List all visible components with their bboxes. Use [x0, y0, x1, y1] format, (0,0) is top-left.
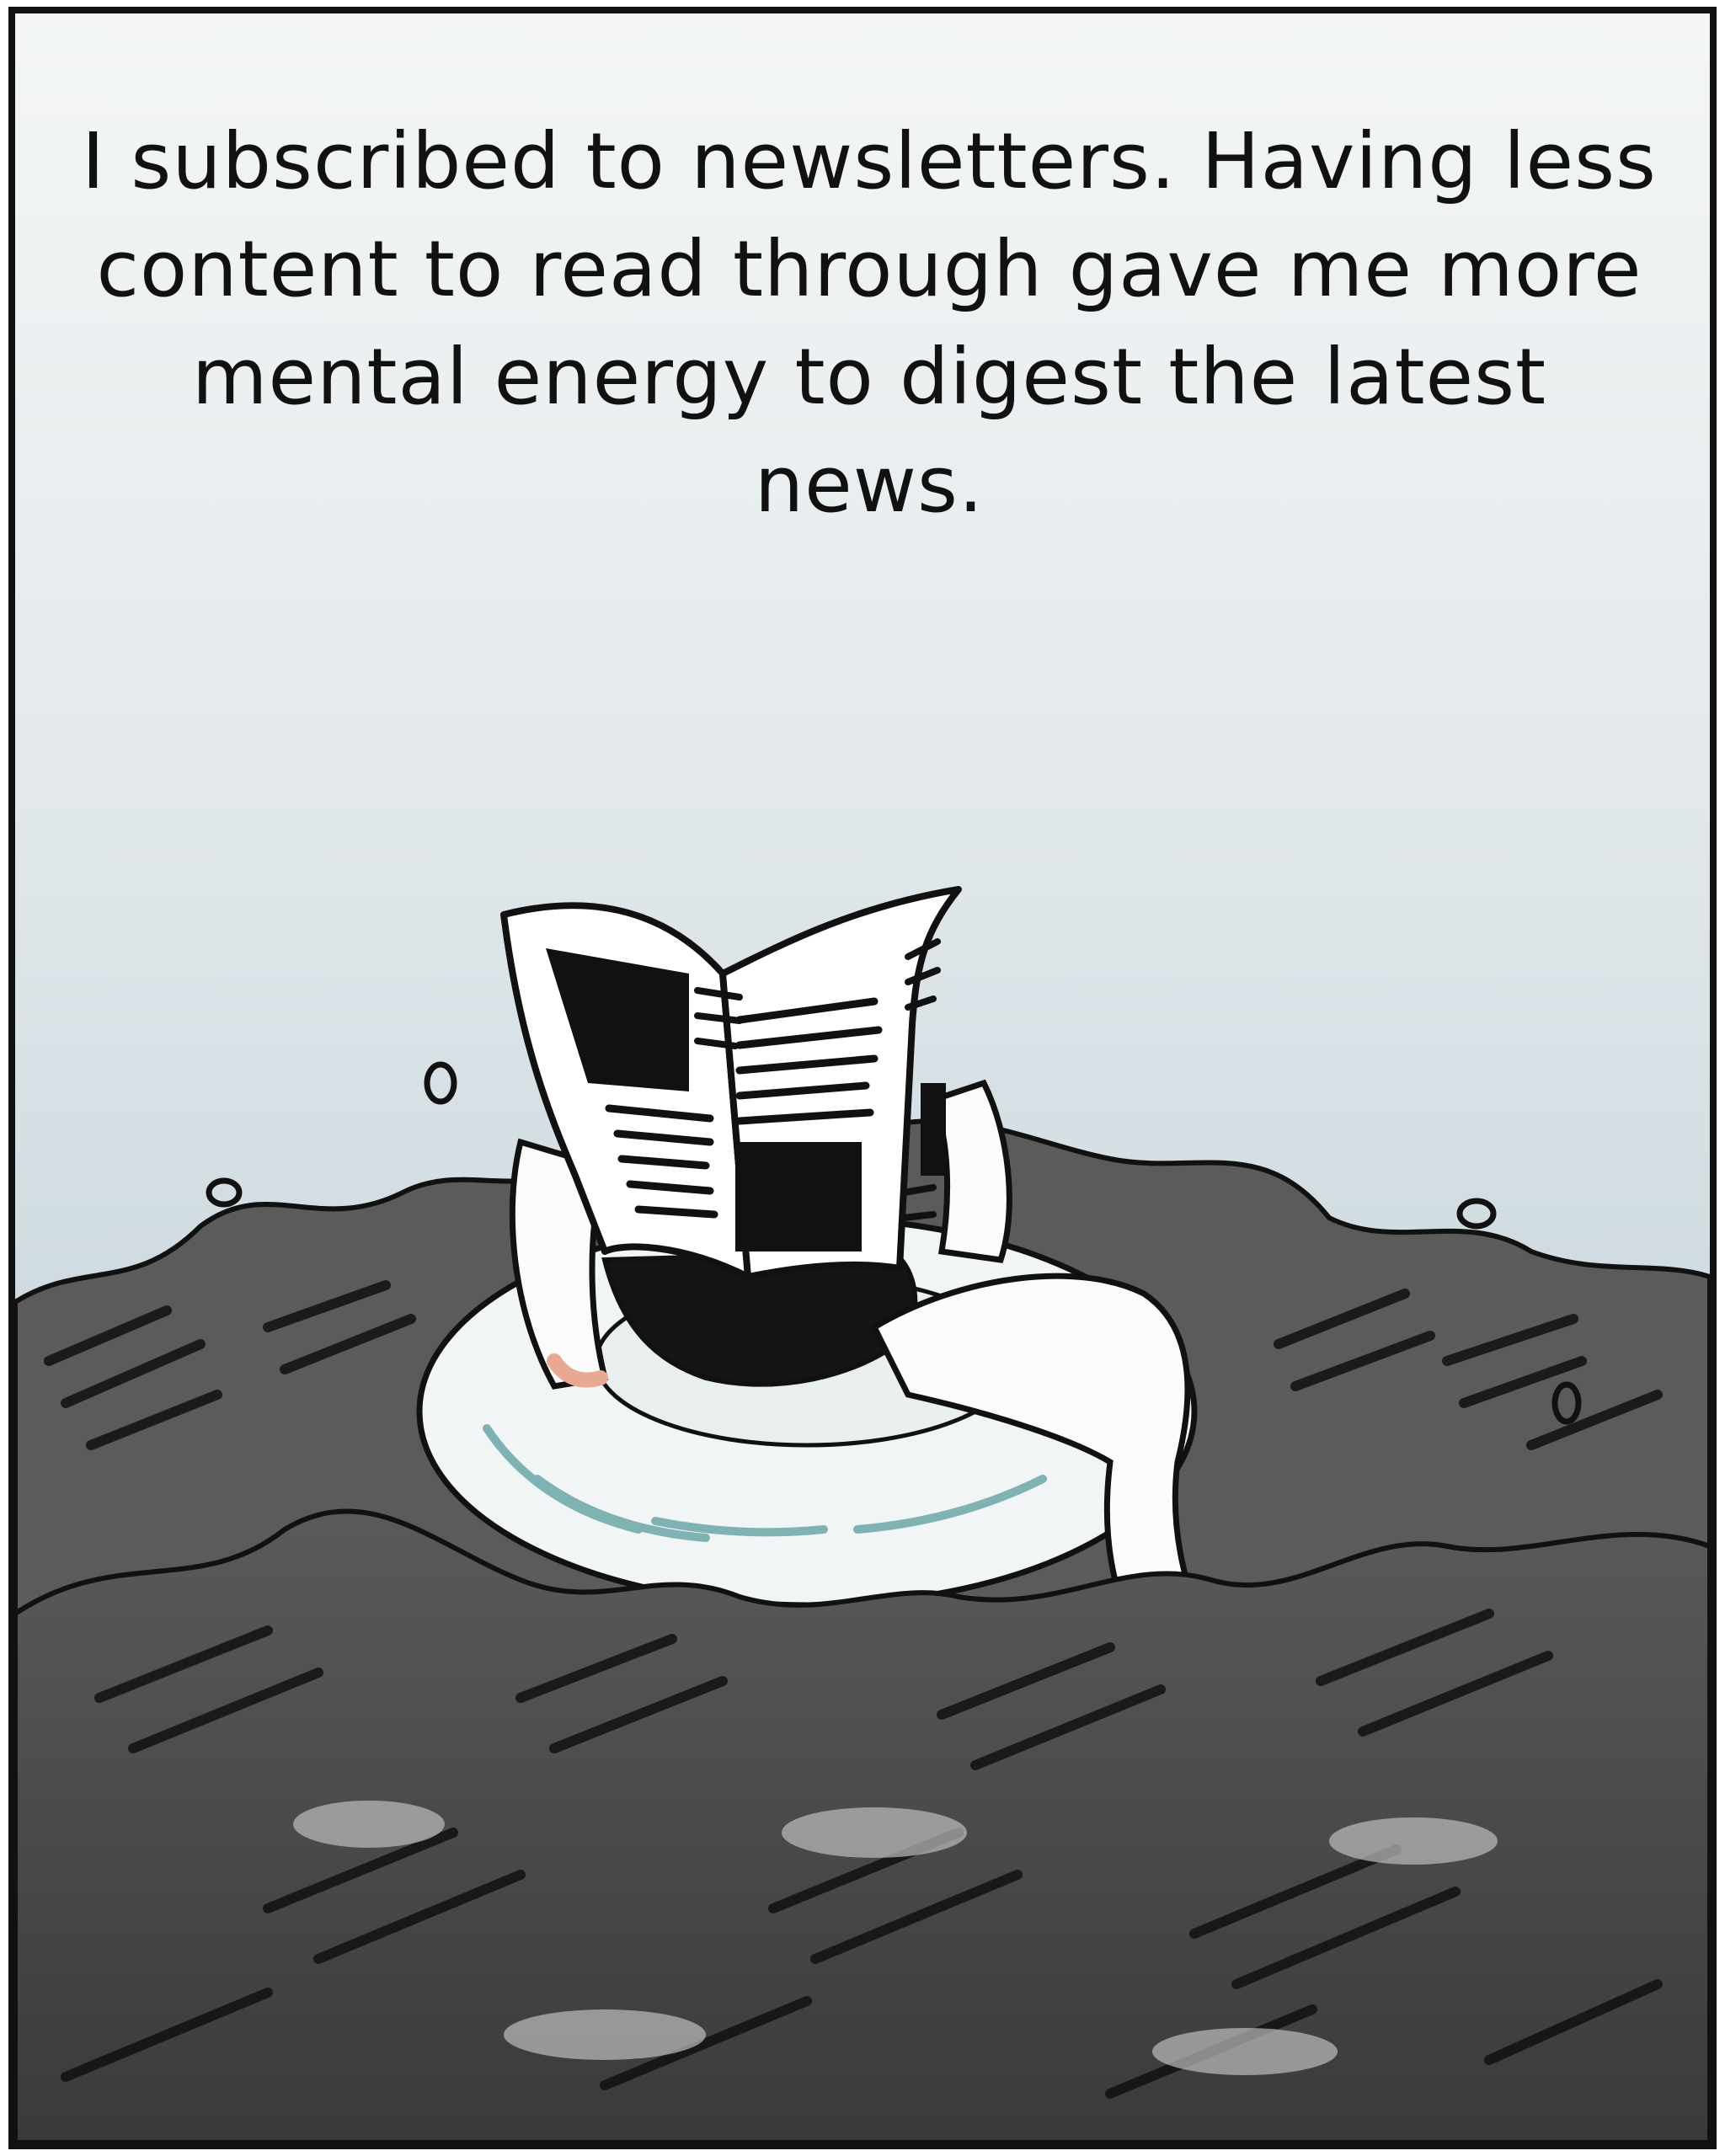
caption-text: I subscribed to newsletters. Having less…: [82, 116, 1657, 530]
comic-panel: I subscribed to newsletters. Having less…: [8, 7, 1717, 2149]
